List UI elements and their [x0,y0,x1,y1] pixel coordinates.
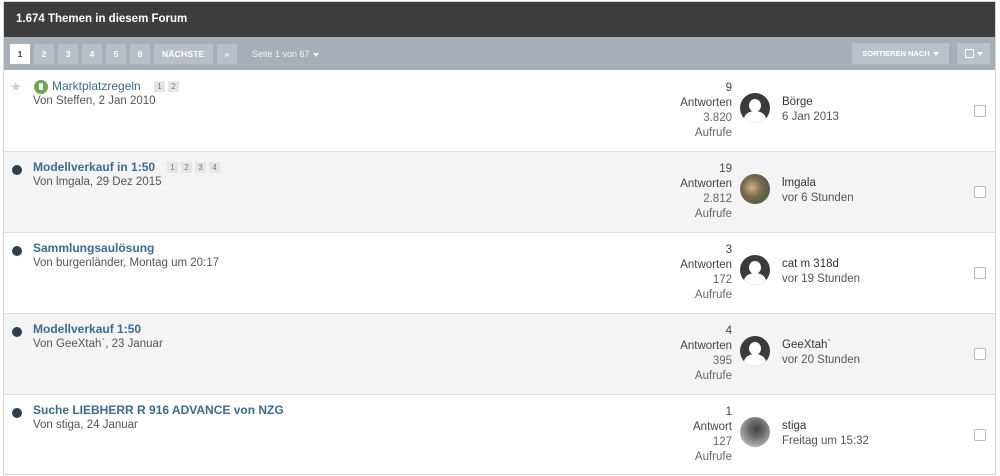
topic-mini-pagination: 1 2 [154,81,179,92]
sort-button[interactable]: SORTIEREN NACH [852,43,949,64]
view-count: 395 [712,355,732,367]
topic-row: Modellverkauf 1:50 Von GeeXtah`, 23 Janu… [4,314,995,395]
topic-page-link[interactable]: 4 [209,162,220,173]
unread-dot-icon [12,408,22,418]
reply-count: 4 [725,325,732,337]
reply-label: Antworten [680,259,732,271]
pinned-icon [34,80,48,94]
view-label: Aufrufe [694,451,732,463]
topic-starter: Von Steffen, 2 Jan 2010 [33,95,156,107]
last-post-time[interactable]: vor 6 Stunden [782,192,854,204]
page-button-2[interactable]: 2 [34,44,54,64]
sort-button-label: SORTIEREN NACH [862,49,930,58]
last-post-time[interactable]: vor 20 Stunden [782,354,860,366]
caret-down-icon [312,52,319,57]
reply-label: Antworten [680,340,732,352]
last-poster-link[interactable]: stiga [782,420,806,432]
view-label: Aufrufe [694,208,732,220]
topic-page-link[interactable]: 1 [167,162,178,173]
view-label: Aufrufe [694,127,732,139]
view-count: 127 [712,436,732,448]
avatar[interactable] [740,174,770,204]
view-count: 2.812 [703,193,732,205]
topic-starter: Von lmgala, 29 Dez 2015 [33,176,162,188]
page-jump-dropdown[interactable]: Seite 1 von 67 [252,44,319,64]
topic-count-title: 1.674 Themen in diesem Forum [16,13,188,25]
caret-down-icon [932,52,939,57]
topic-title-link[interactable]: Marktplatzregeln [52,79,141,93]
last-poster-link[interactable]: GeeXtah` [782,339,831,351]
topic-mini-pagination: 1 2 3 4 [167,162,220,173]
topic-stats: 19 Antworten 2.812 Aufrufe [680,162,732,222]
last-post-time[interactable]: 6 Jan 2013 [782,111,839,123]
unread-dot-icon [12,327,22,337]
topic-stats: 9 Antworten 3.820 Aufrufe [680,81,732,141]
topic-checkbox[interactable] [974,267,986,279]
topic-stats: 4 Antworten 395 Aufrufe [680,324,732,384]
avatar[interactable] [740,336,770,366]
unread-dot-icon [12,246,22,256]
topic-row: Suche LIEBHERR R 916 ADVANCE von NZG Von… [4,395,995,474]
reply-label: Antworten [680,178,732,190]
last-poster-link[interactable]: Börge [782,96,813,108]
reply-count: 9 [725,82,732,94]
topic-page-link[interactable]: 2 [168,81,179,92]
page-info-label: Seite 1 von 67 [252,49,310,59]
reply-count: 19 [719,163,732,175]
view-count: 172 [712,274,732,286]
star-icon: ★ [10,79,22,94]
page-button-3[interactable]: 3 [58,44,78,64]
reply-label: Antworten [680,97,732,109]
next-page-button[interactable]: NÄCHSTE [154,44,213,64]
last-poster-link[interactable]: cat m 318d [782,258,839,270]
topic-title-link[interactable]: Sammlungsaulösung [33,241,154,255]
page-button-4[interactable]: 4 [82,44,102,64]
reply-count: 1 [725,406,732,418]
last-poster-link[interactable]: lmgala [782,177,816,189]
pagination: 1 2 3 4 5 6 NÄCHSTE » [10,44,238,64]
topic-page-link[interactable]: 2 [181,162,192,173]
caret-down-icon [977,52,983,56]
topic-checkbox[interactable] [974,105,986,117]
avatar[interactable] [740,255,770,285]
topic-row: ★ Marktplatzregeln 1 2 Von Steffen, 2 Ja… [4,71,995,152]
page-button-5[interactable]: 5 [106,44,126,64]
page-button-1[interactable]: 1 [10,44,30,64]
topic-title-link[interactable]: Suche LIEBHERR R 916 ADVANCE von NZG [33,403,284,417]
checkbox-icon [965,49,974,58]
topic-starter: Von burgenländer, Montag um 20:17 [33,257,220,269]
reply-count: 3 [725,244,732,256]
topic-row: Modellverkauf in 1:50 1 2 3 4 Von lmgala… [4,152,995,233]
topic-row: Sammlungsaulösung Von burgenländer, Mont… [4,233,995,314]
topic-page-link[interactable]: 3 [195,162,206,173]
topic-checkbox[interactable] [974,186,986,198]
reply-label: Antwort [693,421,732,433]
forum-toolbar: 1 2 3 4 5 6 NÄCHSTE » Seite 1 von 67 SOR… [4,37,995,70]
topic-title-link[interactable]: Modellverkauf 1:50 [33,322,141,336]
topic-checkbox[interactable] [974,429,986,441]
topic-stats: 1 Antwort 127 Aufrufe [693,405,732,465]
topic-checkbox[interactable] [974,348,986,360]
topic-title-link[interactable]: Modellverkauf in 1:50 [33,160,155,174]
topic-page-link[interactable]: 1 [154,81,165,92]
view-label: Aufrufe [694,370,732,382]
page-button-6[interactable]: 6 [130,44,150,64]
last-post-time[interactable]: vor 19 Stunden [782,273,860,285]
avatar[interactable] [740,93,770,123]
forum-topic-list: 1.674 Themen in diesem Forum 1 2 3 4 5 6… [3,1,996,475]
avatar[interactable] [740,417,770,447]
select-all-button[interactable] [957,43,990,64]
forum-header: 1.674 Themen in diesem Forum [4,2,995,37]
unread-dot-icon [12,165,22,175]
topic-starter: Von stiga, 24 Januar [33,419,138,431]
topic-starter: Von GeeXtah`, 23 Januar [33,338,163,350]
view-label: Aufrufe [694,289,732,301]
topic-stats: 3 Antworten 172 Aufrufe [680,243,732,303]
view-count: 3.820 [703,112,732,124]
last-post-time[interactable]: Freitag um 15:32 [782,435,869,447]
last-page-button[interactable]: » [216,44,238,64]
